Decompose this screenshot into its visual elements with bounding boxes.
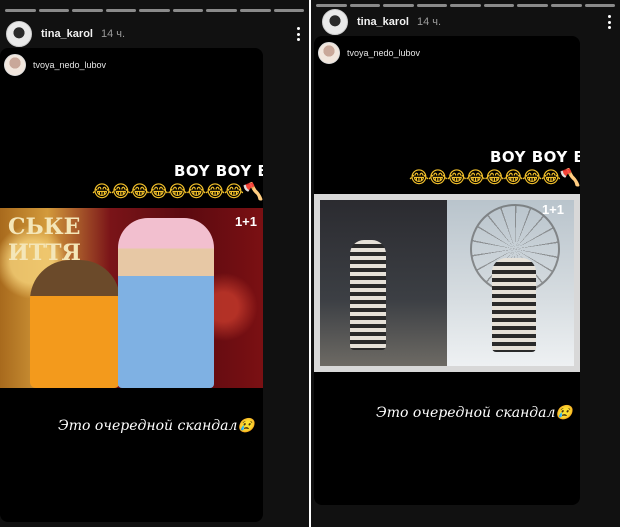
story-left[interactable]: tina_karol 14 ч. tvoya_nedo_lubov BOY BO… xyxy=(0,0,309,527)
timestamp: 14 ч. xyxy=(100,28,126,40)
media-sign-text: СЬКЕ ИТТЯ xyxy=(8,214,81,266)
more-vertical-icon[interactable] xyxy=(293,26,303,42)
progress-bar xyxy=(316,4,616,7)
repost-username[interactable]: tvoya_nedo_lubov xyxy=(33,60,106,70)
sticker-text: BOY BOY BOY xyxy=(174,162,263,180)
sticker-text: BOY BOY BOY xyxy=(490,148,580,166)
repost-avatar[interactable] xyxy=(318,42,340,64)
repost-header[interactable]: tvoya_nedo_lubov xyxy=(4,54,106,76)
story-card: tvoya_nedo_lubov BOY BOY BOY 😂😂😂😂😂😂😂😂🪓 1… xyxy=(314,36,580,505)
timestamp: 14 ч. xyxy=(416,16,442,28)
channel-logo: 1+1 xyxy=(541,202,564,217)
more-vertical-icon[interactable] xyxy=(604,14,614,30)
performer-left xyxy=(350,240,386,350)
emoji-sticker: 😂😂😂😂😂😂😂😂🪓 xyxy=(92,182,263,202)
username[interactable]: tina_karol xyxy=(41,28,93,40)
repost-avatar[interactable] xyxy=(4,54,26,76)
avatar[interactable] xyxy=(322,9,348,35)
caption-text: Это очередной скандал😢 xyxy=(376,405,573,421)
repost-username[interactable]: tvoya_nedo_lubov xyxy=(347,48,420,58)
story-right[interactable]: tina_karol 14 ч. tvoya_nedo_lubov BOY BO… xyxy=(311,0,620,527)
story-header: tina_karol 14 ч. xyxy=(6,20,303,48)
repost-header[interactable]: tvoya_nedo_lubov xyxy=(318,42,420,64)
caption-text: Это очередной скандал😢 xyxy=(58,418,255,434)
video-frame: СЬКЕ ИТТЯ 1+1 xyxy=(0,208,263,388)
channel-logo: 1+1 xyxy=(234,214,257,229)
performer-right xyxy=(492,258,536,352)
video-frame: 1+1 xyxy=(314,194,580,372)
emoji-sticker: 😂😂😂😂😂😂😂😂🪓 xyxy=(409,168,580,188)
person-blue-dress xyxy=(118,218,214,388)
story-header: tina_karol 14 ч. xyxy=(322,8,614,36)
story-card: tvoya_nedo_lubov BOY BOY BOY 😂😂😂😂😂😂😂😂🪓 С… xyxy=(0,48,263,522)
person-orange xyxy=(30,260,120,388)
progress-bar xyxy=(5,9,305,12)
username[interactable]: tina_karol xyxy=(357,16,409,28)
avatar[interactable] xyxy=(6,21,32,47)
